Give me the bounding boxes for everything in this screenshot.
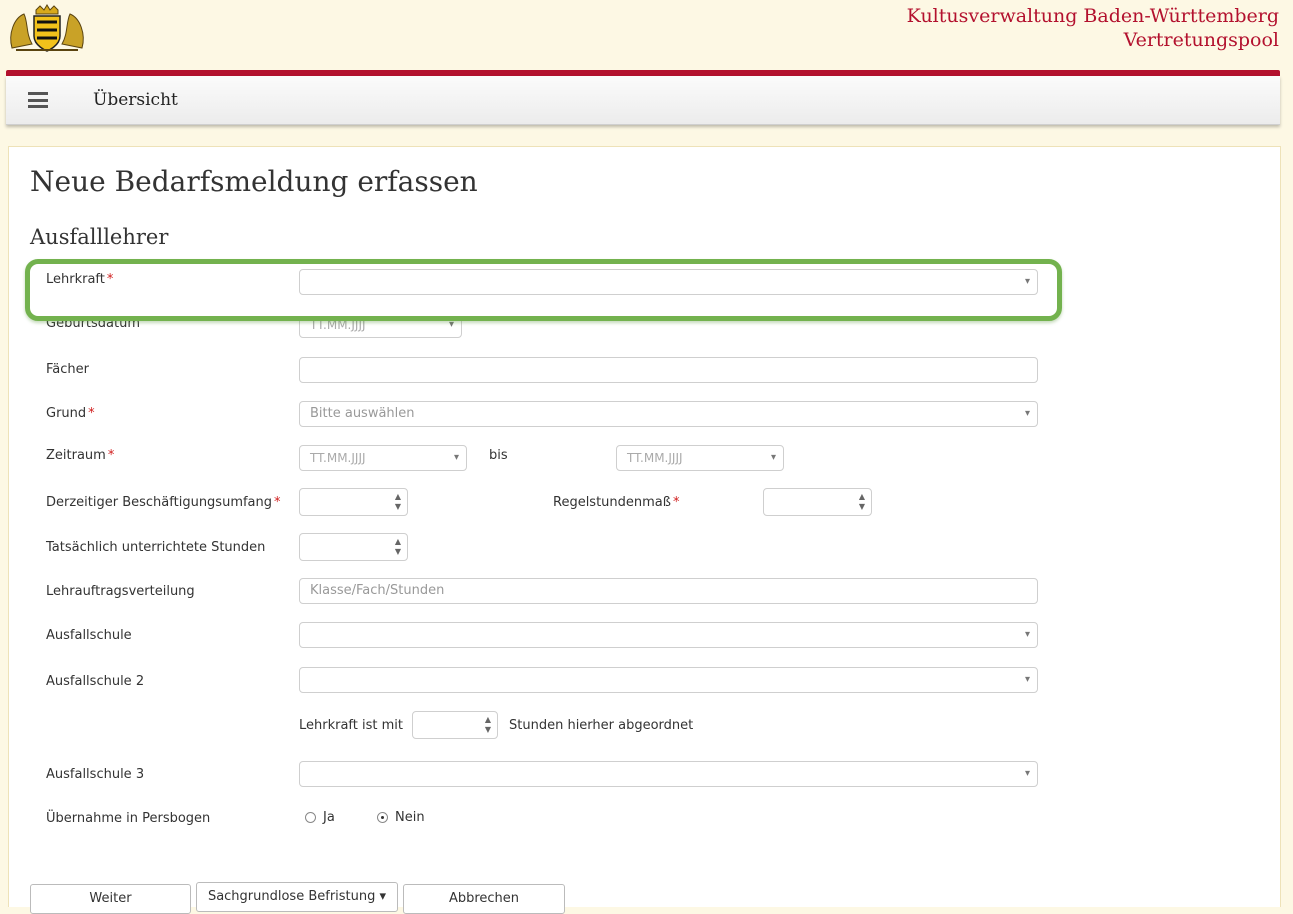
beschaeftigungsumfang-stepper[interactable]: ▲ ▼ xyxy=(299,488,408,516)
faecher-input[interactable] xyxy=(299,357,1038,383)
abgeordnet-prefix: Lehrkraft ist mit xyxy=(299,718,403,733)
chevron-down-icon: ▾ xyxy=(448,319,454,330)
required-marker: * xyxy=(88,406,95,421)
zeitraum-to-placeholder: TT.MM.JJJJ xyxy=(627,451,683,465)
sachgrundlos-label: Sachgrundlose Befristung xyxy=(207,889,376,904)
ausfallschule3-select[interactable] xyxy=(299,761,1038,787)
overlay-mask xyxy=(30,300,1056,316)
ausfallschule3-label: Ausfallschule 3 xyxy=(46,767,145,782)
hamburger-menu-icon[interactable] xyxy=(28,92,48,108)
nav-title-link[interactable]: Übersicht xyxy=(93,90,178,110)
persbogen-radio-ja[interactable]: Ja xyxy=(305,810,335,825)
tatsaechlich-label: Tatsächlich unterrichtete Stunden xyxy=(46,540,266,555)
chevron-down-icon: ▾ xyxy=(770,452,776,463)
required-marker: * xyxy=(106,272,114,287)
org-line-2: Vertretungspool xyxy=(1123,29,1279,51)
radio-nein-label: Nein xyxy=(395,810,425,825)
stepper-arrows-icon[interactable]: ▲ ▼ xyxy=(857,492,867,512)
abgeordnet-suffix: Stunden hierher abgeordnet xyxy=(509,718,694,733)
ausfallschule2-select[interactable] xyxy=(299,667,1038,693)
coat-of-arms-icon xyxy=(10,4,84,52)
regelstundenmass-stepper[interactable]: ▲ ▼ xyxy=(763,488,872,516)
navbar: Übersicht xyxy=(6,76,1280,125)
persbogen-radio-nein[interactable]: Nein xyxy=(377,810,425,825)
grund-select[interactable]: Bitte auswählen xyxy=(299,401,1038,427)
regelstundenmass-label-text: Regelstundenmaß xyxy=(553,495,671,510)
caret-down-icon: ▾ xyxy=(379,889,387,904)
geburtsdatum-label: Geburtsdatum xyxy=(46,316,140,331)
radio-checked-icon[interactable] xyxy=(377,812,388,823)
zeitraum-label: Zeitraum * xyxy=(46,448,114,463)
tatsaechlich-stepper[interactable]: ▲ ▼ xyxy=(299,533,408,561)
zeitraum-to-input[interactable]: TT.MM.JJJJ ▾ xyxy=(616,445,784,471)
organization-title: Kultusverwaltung Baden-Württemberg Vertr… xyxy=(907,4,1279,52)
zeitraum-from-placeholder: TT.MM.JJJJ xyxy=(310,451,366,465)
sachgrundlos-dropdown-button[interactable]: Sachgrundlose Befristung ▾ xyxy=(196,882,398,912)
section-title: Ausfalllehrer xyxy=(30,225,169,249)
faecher-label: Fächer xyxy=(46,362,89,377)
lehrkraft-label-text: Lehrkraft xyxy=(46,272,105,287)
bis-label: bis xyxy=(489,448,508,463)
required-marker: * xyxy=(107,448,115,463)
ausfallschule2-label: Ausfallschule 2 xyxy=(46,674,145,689)
persbogen-label: Übernahme in Persbogen xyxy=(46,811,211,826)
lehrkraft-label: Lehrkraft * xyxy=(46,272,113,287)
form-panel: Neue Bedarfsmeldung erfassen Ausfalllehr… xyxy=(8,146,1281,907)
lehrauftrag-label: Lehrauftragsverteilung xyxy=(46,584,195,599)
zeitraum-label-text: Zeitraum xyxy=(46,448,106,463)
geburtsdatum-placeholder: TT.MM.JJJJ xyxy=(310,318,366,332)
chevron-down-icon: ▾ xyxy=(453,452,459,463)
required-marker: * xyxy=(672,495,680,510)
beschaeftigungsumfang-label: Derzeitiger Beschäftigungsumfang * xyxy=(46,495,281,510)
app-header: Kultusverwaltung Baden-Württemberg Vertr… xyxy=(0,0,1293,70)
stepper-arrows-icon[interactable]: ▲ ▼ xyxy=(393,492,403,512)
grund-label: Grund * xyxy=(46,406,95,421)
page-title: Neue Bedarfsmeldung erfassen xyxy=(30,165,478,198)
ausfallschule-select[interactable] xyxy=(299,622,1038,648)
zeitraum-from-input[interactable]: TT.MM.JJJJ ▾ xyxy=(299,445,467,471)
weiter-button[interactable]: Weiter xyxy=(30,884,191,914)
lehrkraft-select[interactable] xyxy=(299,269,1038,295)
beschaeftigungsumfang-label-text: Derzeitiger Beschäftigungsumfang xyxy=(46,495,273,510)
abgeordnet-stepper[interactable]: ▲ ▼ xyxy=(412,711,498,739)
ausfallschule-label: Ausfallschule xyxy=(46,628,132,643)
org-line-1: Kultusverwaltung Baden-Württemberg xyxy=(906,5,1279,27)
required-marker: * xyxy=(274,495,281,510)
lehrauftrag-input[interactable]: Klasse/Fach/Stunden xyxy=(299,578,1038,604)
radio-unchecked-icon[interactable] xyxy=(305,812,316,823)
radio-ja-label: Ja xyxy=(323,810,335,825)
abbrechen-button[interactable]: Abbrechen xyxy=(403,884,565,914)
grund-label-text: Grund xyxy=(46,406,87,421)
stepper-arrows-icon[interactable]: ▲ ▼ xyxy=(393,537,403,557)
stepper-arrows-icon[interactable]: ▲ ▼ xyxy=(483,715,493,735)
regelstundenmass-label: Regelstundenmaß * xyxy=(553,495,679,510)
